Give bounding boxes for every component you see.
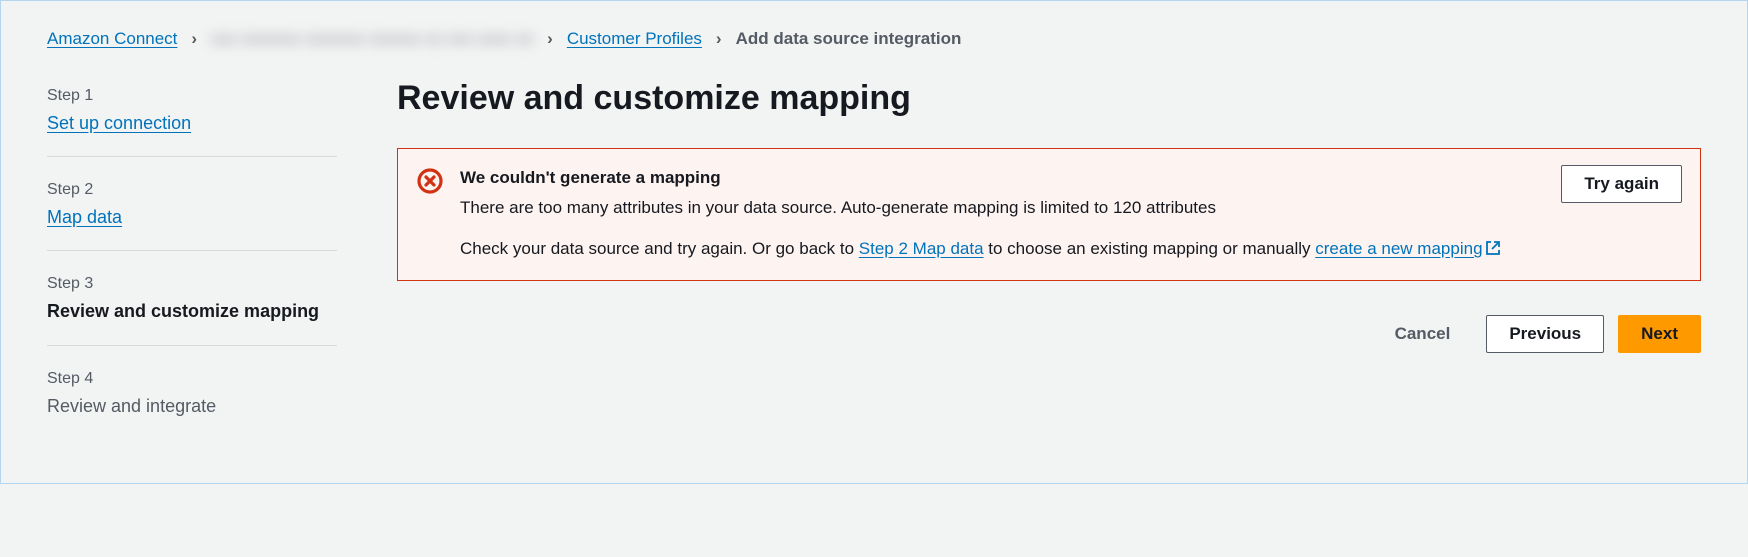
sidebar-step-3: Step 3 Review and customize mapping (47, 267, 337, 345)
try-again-button[interactable]: Try again (1561, 165, 1682, 203)
sidebar-step-4: Step 4 Review and integrate (47, 362, 337, 439)
step-label: Step 3 (47, 275, 337, 293)
alert-action: Try again (1561, 165, 1682, 203)
chevron-right-icon: › (547, 29, 553, 49)
wizard-footer: Cancel Previous Next (397, 315, 1701, 353)
breadcrumb-profiles[interactable]: Customer Profiles (567, 29, 702, 49)
chevron-right-icon: › (716, 29, 722, 49)
create-mapping-link[interactable]: create a new mapping (1315, 239, 1500, 258)
alert-body: We couldn't generate a mapping There are… (460, 165, 1545, 264)
wizard-sidebar: Step 1 Set up connection Step 2 Map data… (47, 79, 337, 455)
step-label: Step 2 (47, 181, 337, 199)
sidebar-step-1[interactable]: Step 1 Set up connection (47, 79, 337, 157)
chevron-right-icon: › (191, 29, 197, 49)
breadcrumb: Amazon Connect › xxx xxxxxxx xxxxxxx xxx… (47, 29, 1701, 49)
step-label: Step 4 (47, 370, 337, 388)
alert-help-text: Check your data source and try again. Or… (460, 236, 1545, 264)
page-title: Review and customize mapping (397, 79, 1701, 118)
cancel-button[interactable]: Cancel (1373, 316, 1473, 352)
breadcrumb-instance[interactable]: xxx xxxxxxx xxxxxxx xxxxxx xx xxx xxxx x… (211, 29, 533, 49)
error-alert: We couldn't generate a mapping There are… (397, 148, 1701, 281)
main-content: Review and customize mapping We couldn't… (397, 79, 1701, 455)
previous-button[interactable]: Previous (1486, 315, 1604, 353)
alert-description: There are too many attributes in your da… (460, 195, 1545, 221)
step-label: Step 1 (47, 87, 337, 105)
step2-link[interactable]: Step 2 Map data (859, 239, 984, 258)
next-button[interactable]: Next (1618, 315, 1701, 353)
step-title: Review and customize mapping (47, 299, 337, 324)
breadcrumb-root[interactable]: Amazon Connect (47, 29, 177, 49)
error-icon (416, 167, 444, 200)
step-title[interactable]: Set up connection (47, 111, 337, 136)
alert-title: We couldn't generate a mapping (460, 165, 1545, 191)
step-title: Review and integrate (47, 394, 337, 419)
step-title[interactable]: Map data (47, 205, 337, 230)
breadcrumb-current: Add data source integration (736, 29, 962, 49)
sidebar-step-2[interactable]: Step 2 Map data (47, 173, 337, 251)
external-link-icon (1485, 238, 1501, 264)
